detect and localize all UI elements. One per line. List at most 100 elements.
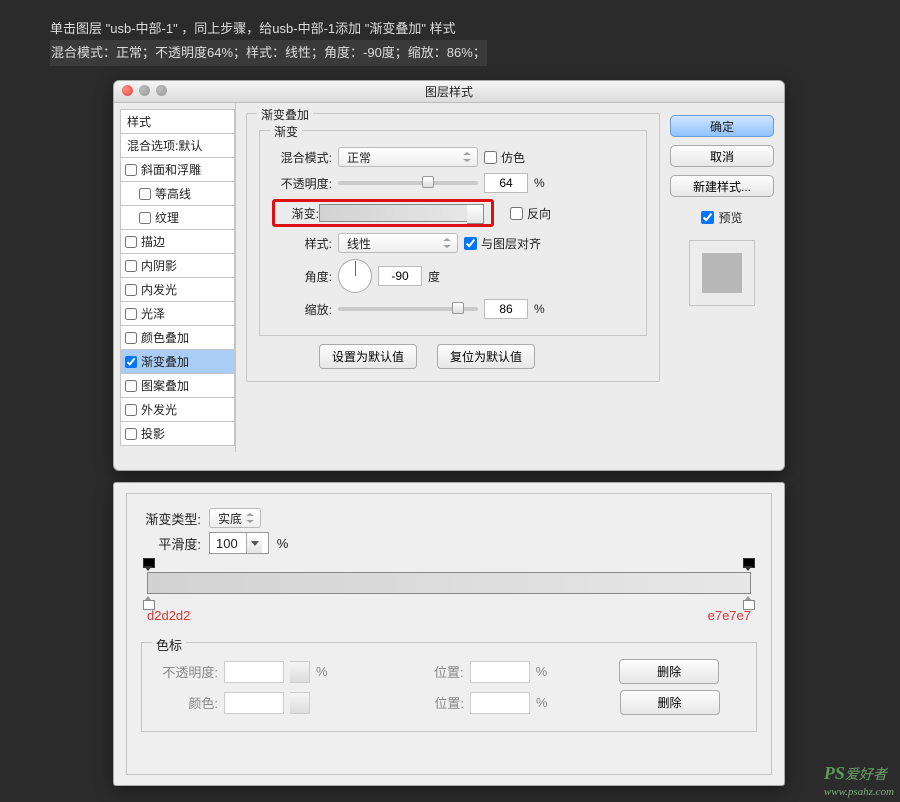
style-item-渐变叠加[interactable]: 渐变叠加	[120, 350, 235, 374]
chevron-down-icon[interactable]	[290, 692, 310, 714]
style-item-投影[interactable]: 投影	[120, 422, 235, 446]
scale-thumb[interactable]	[452, 302, 464, 314]
scale-slider[interactable]	[338, 307, 478, 311]
smoothness-combo[interactable]: 100	[209, 532, 269, 554]
angle-input[interactable]	[378, 266, 422, 286]
percent-label-6: %	[536, 695, 548, 710]
style-item-等高线[interactable]: 等高线	[120, 182, 235, 206]
style-item-label: 描边	[141, 233, 165, 250]
style-item-checkbox[interactable]	[125, 380, 137, 392]
stop-color-input[interactable]	[224, 692, 284, 714]
style-item-内阴影[interactable]: 内阴影	[120, 254, 235, 278]
blend-mode-value: 正常	[347, 149, 371, 166]
style-item-checkbox[interactable]	[125, 260, 137, 272]
gradient-type-dropdown[interactable]: 实底	[209, 508, 261, 528]
instr-2: 混合模式：正常；不透明度64%；样式：线性；角度：-90度；缩放：86%；	[50, 40, 487, 66]
style-item-label: 渐变叠加	[141, 353, 189, 370]
gradient-highlight-box: 渐变:	[272, 199, 494, 227]
maximize-icon[interactable]	[156, 85, 167, 96]
instr-1a: 单击图层 "usb-中部-1" ，同上步骤，给usb-中部-1添加	[50, 21, 361, 36]
close-icon[interactable]	[122, 85, 133, 96]
style-item-checkbox[interactable]	[125, 308, 137, 320]
style-item-光泽[interactable]: 光泽	[120, 302, 235, 326]
style-item-label: 外发光	[141, 401, 177, 418]
style-item-checkbox[interactable]	[125, 164, 137, 176]
style-item-纹理[interactable]: 纹理	[120, 206, 235, 230]
delete-opacity-stop-button[interactable]: 删除	[619, 659, 719, 684]
set-default-button[interactable]: 设置为默认值	[319, 344, 417, 369]
stop-opacity-input[interactable]	[224, 661, 284, 683]
smoothness-value: 100	[216, 536, 238, 551]
dialog-titlebar[interactable]: 图层样式	[114, 81, 784, 103]
color-stop-left[interactable]	[143, 596, 155, 608]
editor-fieldset: 渐变类型: 实底 平滑度: 100 % d2d2d2 e7e7e7 色标 不透明…	[126, 493, 772, 775]
style-item-checkbox[interactable]	[125, 284, 137, 296]
align-input[interactable]	[464, 237, 477, 250]
delete-color-stop-button[interactable]: 删除	[620, 690, 720, 715]
style-item-checkbox[interactable]	[139, 188, 151, 200]
style-item-checkbox[interactable]	[125, 356, 137, 368]
stop-position-input-2[interactable]	[470, 692, 530, 714]
scale-label: 缩放:	[272, 301, 332, 318]
reverse-checkbox[interactable]: 反向	[510, 205, 551, 222]
style-item-颜色叠加[interactable]: 颜色叠加	[120, 326, 235, 350]
align-checkbox[interactable]: 与图层对齐	[464, 235, 541, 252]
style-item-label: 颜色叠加	[141, 329, 189, 346]
dialog-title: 图层样式	[425, 83, 473, 100]
stop-color-label: 颜色:	[154, 693, 218, 712]
dither-label: 仿色	[501, 149, 525, 166]
reverse-input[interactable]	[510, 207, 523, 220]
style-item-label: 光泽	[141, 305, 165, 322]
opacity-label: 不透明度:	[272, 175, 332, 192]
style-item-图案叠加[interactable]: 图案叠加	[120, 374, 235, 398]
percent-label-4: %	[316, 664, 328, 679]
color-stop-right[interactable]	[743, 596, 755, 608]
reset-default-button[interactable]: 复位为默认值	[437, 344, 535, 369]
window-controls	[122, 85, 167, 96]
layer-style-dialog: 图层样式 样式 混合选项:默认 斜面和浮雕等高线纹理描边内阴影内发光光泽颜色叠加…	[113, 80, 785, 471]
opacity-stop-left[interactable]	[143, 558, 155, 570]
angle-dial[interactable]	[338, 259, 372, 293]
style-item-内发光[interactable]: 内发光	[120, 278, 235, 302]
chevron-down-icon[interactable]	[290, 661, 310, 683]
gradient-inner-fieldset: 渐变 混合模式: 正常 仿色 不透明度: % 渐变:	[259, 130, 647, 336]
style-item-checkbox[interactable]	[125, 428, 137, 440]
cancel-button[interactable]: 取消	[670, 145, 774, 167]
stop-position-label-2: 位置:	[400, 693, 464, 712]
gradient-overlay-fieldset: 渐变叠加 渐变 混合模式: 正常 仿色 不透明度: %	[246, 113, 660, 382]
new-style-button[interactable]: 新建样式...	[670, 175, 774, 197]
opacity-stop-right[interactable]	[743, 558, 755, 570]
chevron-down-icon[interactable]	[246, 533, 262, 553]
style-item-checkbox[interactable]	[125, 332, 137, 344]
inner-legend: 渐变	[270, 123, 302, 140]
scale-input[interactable]	[484, 299, 528, 319]
gradient-bar[interactable]	[147, 572, 751, 594]
degree-label: 度	[428, 268, 440, 285]
gradient-editor-panel: 渐变类型: 实底 平滑度: 100 % d2d2d2 e7e7e7 色标 不透明…	[113, 482, 785, 786]
style-dropdown[interactable]: 线性	[338, 233, 458, 253]
style-item-描边[interactable]: 描边	[120, 230, 235, 254]
reverse-label: 反向	[527, 205, 551, 222]
ok-button[interactable]: 确定	[670, 115, 774, 137]
opacity-input[interactable]	[484, 173, 528, 193]
style-value: 线性	[347, 235, 371, 252]
blend-options-item[interactable]: 混合选项:默认	[120, 134, 235, 158]
dither-input[interactable]	[484, 151, 497, 164]
styles-header[interactable]: 样式	[120, 109, 235, 134]
preview-input[interactable]	[701, 211, 714, 224]
minimize-icon[interactable]	[139, 85, 150, 96]
opacity-thumb[interactable]	[422, 176, 434, 188]
style-item-checkbox[interactable]	[139, 212, 151, 224]
dither-checkbox[interactable]: 仿色	[484, 149, 525, 166]
opacity-slider[interactable]	[338, 181, 478, 185]
stop-position-input[interactable]	[470, 661, 530, 683]
style-item-斜面和浮雕[interactable]: 斜面和浮雕	[120, 158, 235, 182]
preview-checkbox[interactable]: 预览	[670, 209, 774, 226]
preview-swatch	[689, 240, 755, 306]
style-item-checkbox[interactable]	[125, 236, 137, 248]
style-item-外发光[interactable]: 外发光	[120, 398, 235, 422]
percent-label-5: %	[536, 664, 548, 679]
gradient-swatch[interactable]	[319, 204, 469, 222]
style-item-checkbox[interactable]	[125, 404, 137, 416]
blend-mode-dropdown[interactable]: 正常	[338, 147, 478, 167]
